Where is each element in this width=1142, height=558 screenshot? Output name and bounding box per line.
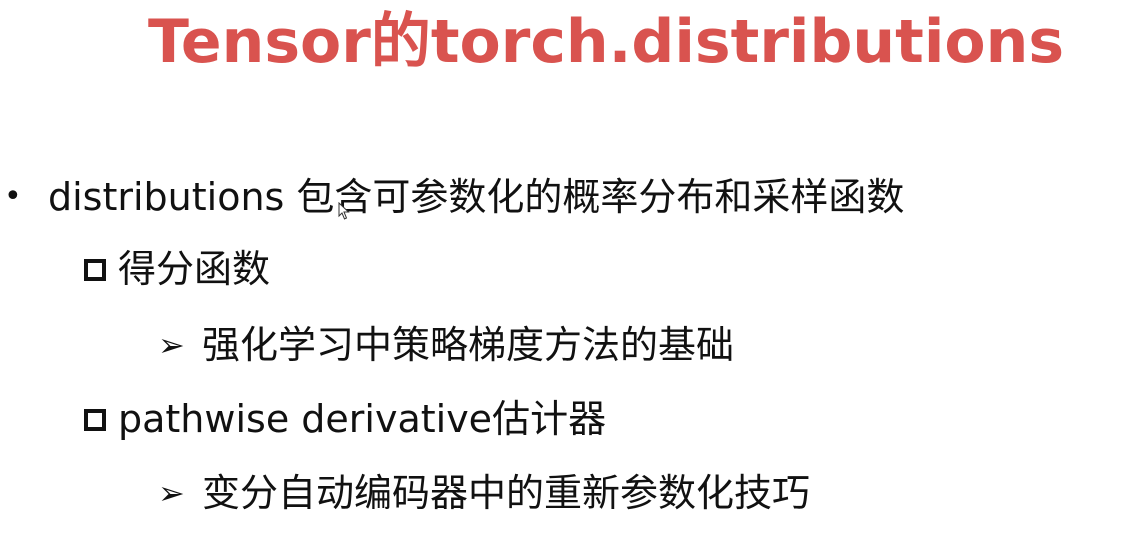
bullet-level2: pathwise derivative估计器 bbox=[84, 396, 606, 442]
arrow-bullet-icon: ➢ bbox=[158, 474, 185, 512]
bullet-text: pathwise derivative估计器 bbox=[118, 397, 607, 441]
bullet-level2: 得分函数 bbox=[84, 246, 270, 292]
square-bullet-icon bbox=[84, 409, 106, 431]
square-bullet-icon bbox=[84, 259, 106, 281]
bullet-text: 强化学习中策略梯度方法的基础 bbox=[202, 323, 735, 367]
slide-title: Tensor的torch.distributions bbox=[147, 7, 1065, 77]
mouse-cursor-icon bbox=[338, 202, 350, 220]
arrow-bullet-icon: ➢ bbox=[158, 326, 185, 364]
slide: Tensor的torch.distributions • distributio… bbox=[0, 0, 1142, 558]
bullet-text: distributions 包含可参数化的概率分布和采样函数 bbox=[48, 175, 905, 219]
bullet-text: 变分自动编码器中的重新参数化技巧 bbox=[202, 471, 811, 515]
bullet-text: 得分函数 bbox=[118, 247, 271, 291]
bullet-level3: ➢ 强化学习中策略梯度方法的基础 bbox=[158, 322, 734, 368]
bullet-dot-icon: • bbox=[4, 179, 22, 214]
bullet-level3: ➢ 变分自动编码器中的重新参数化技巧 bbox=[158, 470, 810, 516]
bullet-level1: • distributions 包含可参数化的概率分布和采样函数 bbox=[4, 174, 904, 220]
